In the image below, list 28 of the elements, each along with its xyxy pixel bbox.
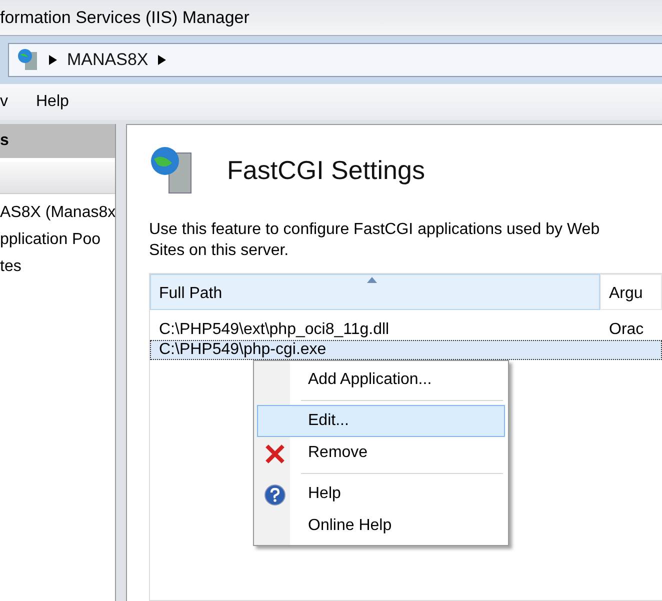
panel-header: s [0,124,115,158]
sort-arrow-icon [367,277,377,283]
page-title: FastCGI Settings [227,154,425,186]
menu-item[interactable]: Online Help [257,510,505,542]
menu-item[interactable]: Help [36,93,69,111]
breadcrumb[interactable]: MANAS8X [67,50,148,70]
server-globe-icon [17,48,39,72]
help-icon [264,484,286,506]
table-cell-text: Orac [608,321,645,339]
description: Use this feature to configure FastCGI applications used by Web Sites on this server. [149,220,601,261]
menu-item[interactable]: v [0,93,8,111]
tree-item[interactable]: AS8X (Manas8x [0,204,115,231]
window-title: formation Services (IIS) Manager [0,8,250,28]
table-cell-text: C:\PHP549\ext\php_oci8_11g.dll [158,321,390,339]
menu-item[interactable]: Add Application... [257,364,505,396]
tree-item[interactable]: pplication Poo [0,231,115,258]
menu-item[interactable]: Edit... [257,405,505,437]
table-row[interactable]: C:\PHP549\php-cgi.exe [150,340,662,360]
arrow-icon[interactable] [49,55,57,65]
column-header[interactable]: Full Path [150,274,600,310]
menu-item[interactable]: Help [257,478,505,510]
arrow-icon[interactable] [158,55,166,65]
tree-item[interactable]: tes [0,258,115,285]
menu-item[interactable]: Remove [257,437,505,469]
table-cell-text: C:\PHP549\php-cgi.exe [158,341,328,359]
close-icon [264,443,286,465]
column-header[interactable]: Argu [600,274,662,310]
address-bar[interactable]: MANAS8X [8,43,662,77]
